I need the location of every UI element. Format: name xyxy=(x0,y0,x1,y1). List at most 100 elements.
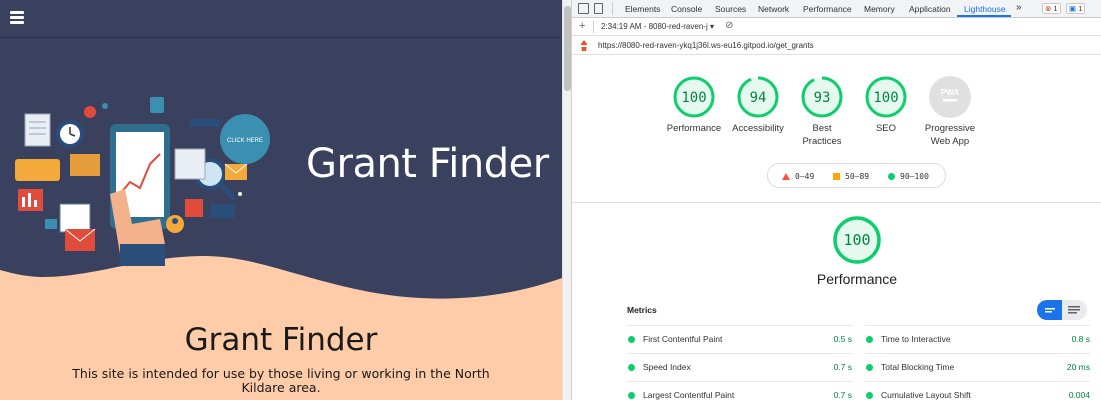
tab-elements[interactable]: Elements xyxy=(625,4,660,14)
report-select[interactable]: 2:34:19 AM - 8080-red-raven-j ▾ xyxy=(601,22,714,31)
score-label: Accessibility xyxy=(732,123,784,134)
site-navbar xyxy=(0,0,562,38)
metrics-view-toggle xyxy=(1037,300,1087,320)
metric-row: Total Blocking Time 20 ms xyxy=(865,353,1090,381)
metric-name: Largest Contentful Paint xyxy=(643,390,735,400)
pass-dot-icon xyxy=(866,336,873,343)
active-tab-indicator xyxy=(957,15,1011,17)
error-icon: ⊗ xyxy=(1045,4,1052,13)
metric-row: Cumulative Layout Shift 0.004 xyxy=(865,381,1090,400)
messages-badge[interactable]: ▣ 1 xyxy=(1066,3,1086,14)
score-label: Progressive Web App xyxy=(924,123,976,147)
section-divider xyxy=(572,202,1101,203)
website-viewport: CLICK HERE Grant Finder Grant Finder Thi… xyxy=(0,0,562,400)
metric-value: 0.004 xyxy=(1068,390,1090,400)
content-title: Grant Finder xyxy=(184,322,378,358)
tab-application[interactable]: Application xyxy=(909,4,951,14)
score-legend: 0–49 50–89 90–100 xyxy=(767,163,946,188)
legend-average-range: 50–89 xyxy=(845,172,870,181)
tabbar-divider xyxy=(612,2,613,15)
clear-reports-icon[interactable]: ⊘ xyxy=(725,20,733,31)
inspect-element-icon[interactable] xyxy=(578,3,589,14)
metric-name: Total Blocking Time xyxy=(881,362,955,372)
metric-value: 0.5 s xyxy=(833,334,852,344)
compact-view-button[interactable] xyxy=(1037,300,1062,320)
metric-name: Time to Interactive xyxy=(881,334,951,344)
metric-row: First Contentful Paint 0.5 s xyxy=(627,325,852,353)
lighthouse-logo-icon xyxy=(581,40,587,51)
tab-lighthouse[interactable]: Lighthouse xyxy=(964,4,1006,14)
message-icon: ▣ xyxy=(1069,4,1077,13)
metric-name: Speed Index xyxy=(643,362,691,372)
metric-value: 0.7 s xyxy=(833,362,852,372)
tab-memory[interactable]: Memory xyxy=(864,4,895,14)
score-value: 100 xyxy=(681,90,706,106)
pass-dot-icon xyxy=(628,364,635,371)
hero-illustration: CLICK HERE xyxy=(15,97,270,266)
fail-triangle-icon xyxy=(782,173,790,180)
average-square-icon xyxy=(833,173,840,180)
more-tabs-icon[interactable]: » xyxy=(1016,2,1022,13)
metric-row: Speed Index 0.7 s xyxy=(627,353,852,381)
metrics-heading: Metrics xyxy=(627,305,657,315)
expanded-lines-icon xyxy=(1068,306,1080,314)
score-label: Performance xyxy=(666,123,722,134)
performance-gauge[interactable]: 100 xyxy=(832,215,882,265)
score-value: 94 xyxy=(750,90,767,106)
metric-value: 0.8 s xyxy=(1071,334,1090,344)
pass-dot-icon xyxy=(866,392,873,399)
tab-sources[interactable]: Sources xyxy=(715,4,746,14)
score-gauge-progressive-web-app[interactable]: PWA Progressive Web App xyxy=(915,75,985,148)
pwa-badge-icon: PWA xyxy=(929,76,971,118)
score-value: 93 xyxy=(814,90,831,106)
legend-fail: 0–49 xyxy=(782,172,814,181)
metric-row: Largest Contentful Paint 0.7 s xyxy=(627,381,852,400)
legend-average: 50–89 xyxy=(833,172,869,181)
score-gauge-accessibility[interactable]: 94 Accessibility xyxy=(723,75,793,135)
screen: CLICK HERE Grant Finder Grant Finder Thi… xyxy=(0,0,1101,400)
report-select-value: 2:34:19 AM - 8080-red-raven-j xyxy=(601,22,708,31)
devtools-tabbar: Elements Console Sources Network Perform… xyxy=(572,0,1101,18)
tab-network[interactable]: Network xyxy=(758,4,789,14)
score-label: Best Practices xyxy=(802,123,842,147)
hero-title: Grant Finder xyxy=(306,141,549,187)
page-scrollbar[interactable] xyxy=(562,0,572,400)
site-description: This site is intended for use by those l… xyxy=(72,366,490,395)
pass-dot-icon xyxy=(866,364,873,371)
messages-count: 1 xyxy=(1078,4,1083,13)
pwa-badge-text: PWA xyxy=(941,88,959,97)
device-toolbar-icon[interactable] xyxy=(594,3,603,14)
metric-row: Time to Interactive 0.8 s xyxy=(865,325,1090,353)
pass-dot-icon xyxy=(628,392,635,399)
hero-section: CLICK HERE Grant Finder xyxy=(0,39,562,309)
legend-fail-range: 0–49 xyxy=(795,172,815,181)
toolbar-divider xyxy=(593,21,594,33)
tab-console[interactable]: Console xyxy=(671,4,702,14)
score-gauge-best-practices[interactable]: 93 Best Practices xyxy=(787,75,857,148)
score-label: SEO xyxy=(875,123,897,134)
legend-pass-range: 90–100 xyxy=(900,172,929,181)
audited-url[interactable]: https://8080-red-raven-ykq1j36l.ws-eu16.… xyxy=(598,41,814,50)
devtools-panel: Elements Console Sources Network Perform… xyxy=(572,0,1101,400)
errors-badge[interactable]: ⊗ 1 xyxy=(1042,3,1061,14)
hamburger-menu-icon[interactable] xyxy=(10,11,24,24)
errors-count: 1 xyxy=(1053,4,1058,13)
score-gauge-performance[interactable]: 100 Performance xyxy=(659,75,729,135)
pass-circle-icon xyxy=(888,173,895,180)
expanded-view-button[interactable] xyxy=(1062,300,1087,320)
metric-value: 0.7 s xyxy=(833,390,852,400)
metric-name: Cumulative Layout Shift xyxy=(881,390,971,400)
metric-value: 20 ms xyxy=(1066,362,1090,372)
lighthouse-report: 100 Performance 94 Accessibility 93 Best… xyxy=(572,55,1101,400)
metric-name: First Contentful Paint xyxy=(643,334,723,344)
performance-score: 100 xyxy=(843,231,870,249)
audited-url-bar: https://8080-red-raven-ykq1j36l.ws-eu16.… xyxy=(572,36,1101,55)
performance-category: 100 Performance xyxy=(812,215,902,287)
score-gauge-seo[interactable]: 100 SEO xyxy=(851,75,921,135)
page-scrollbar-thumb[interactable] xyxy=(564,6,571,91)
illustration-click-here-text: CLICK HERE xyxy=(227,138,263,144)
tab-performance[interactable]: Performance xyxy=(803,4,852,14)
score-value: 100 xyxy=(873,90,898,106)
chevron-down-icon: ▾ xyxy=(709,22,714,31)
new-report-button[interactable]: + xyxy=(579,20,585,32)
